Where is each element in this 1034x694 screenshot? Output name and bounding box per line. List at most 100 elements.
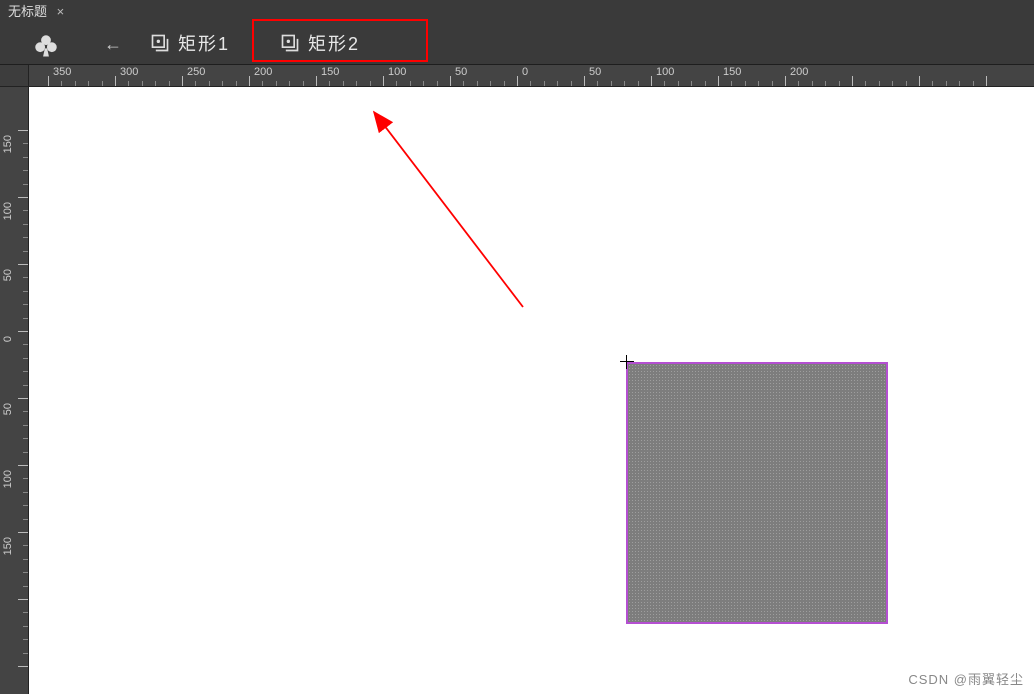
ruler-tick-minor (195, 81, 196, 86)
ruler-tick-minor (289, 81, 290, 86)
document-tab[interactable]: 无标题 × (0, 0, 72, 21)
ruler-tick-minor (23, 224, 28, 225)
ruler-label: 200 (254, 66, 272, 78)
ruler-tick-major (383, 76, 384, 86)
ruler-label: 200 (790, 66, 808, 78)
breadcrumb-item-rect2[interactable]: 矩形2 (280, 28, 360, 58)
horizontal-ruler[interactable]: 35030025020015010050050100150200 (29, 65, 1034, 87)
ruler-tick-minor (477, 81, 478, 86)
ruler-tick-major (18, 666, 28, 667)
ruler-label: 0 (522, 66, 528, 78)
ruler-label: 100 (388, 66, 406, 78)
ruler-tick-minor (504, 81, 505, 86)
ruler-tick-minor (276, 81, 277, 86)
ruler-tick-minor (959, 81, 960, 86)
ruler-label: 350 (53, 66, 71, 78)
layer-icon (150, 33, 170, 53)
ruler-label: 0 (2, 336, 14, 342)
ruler-tick-major (18, 331, 28, 332)
ruler-tick-minor (23, 519, 28, 520)
ruler-tick-minor (423, 81, 424, 86)
ruler-tick-minor (23, 251, 28, 252)
ruler-tick-minor (370, 81, 371, 86)
ruler-tick-major (718, 76, 719, 86)
ruler-tick-major (785, 76, 786, 86)
shape-rect-2[interactable] (626, 362, 888, 624)
ruler-tick-minor (892, 81, 893, 86)
club-icon[interactable] (32, 32, 60, 60)
ruler-tick-major (852, 76, 853, 86)
ruler-tick-minor (102, 81, 103, 86)
ruler-tick-minor (597, 81, 598, 86)
breadcrumb-label: 矩形1 (178, 30, 230, 56)
watermark-text: CSDN @雨翼轻尘 (908, 669, 1024, 688)
ruler-tick-minor (812, 81, 813, 86)
ruler-label: 50 (589, 66, 601, 78)
ruler-tick-minor (758, 81, 759, 86)
breadcrumb-item-rect1[interactable]: 矩形1 (150, 28, 230, 58)
ruler-tick-minor (75, 81, 76, 86)
ruler-tick-minor (23, 653, 28, 654)
ruler-tick-minor (222, 81, 223, 86)
tab-close-icon[interactable]: × (57, 4, 65, 19)
ruler-label: 50 (2, 269, 14, 281)
ruler-tick-major (986, 76, 987, 86)
ruler-tick-major (18, 532, 28, 533)
ruler-tick-minor (865, 81, 866, 86)
ruler-tick-major (18, 264, 28, 265)
back-arrow-icon[interactable]: ← (104, 34, 122, 55)
ruler-tick-major (316, 76, 317, 86)
ruler-tick-minor (262, 81, 263, 86)
breadcrumb-label: 矩形2 (308, 30, 360, 56)
ruler-tick-minor (23, 210, 28, 211)
ruler-tick-minor (209, 81, 210, 86)
ruler-tick-minor (23, 545, 28, 546)
ruler-tick-minor (946, 81, 947, 86)
ruler-tick-major (18, 197, 28, 198)
ruler-tick-minor (396, 81, 397, 86)
top-toolbar: 无标题 × ← 矩形1 矩形2 (0, 0, 1034, 65)
ruler-tick-minor (155, 81, 156, 86)
artboard[interactable] (29, 87, 1034, 694)
ruler-tick-minor (664, 81, 665, 86)
ruler-label: 50 (455, 66, 467, 78)
ruler-tick-minor (23, 572, 28, 573)
document-tabs: 无标题 × (0, 0, 72, 20)
ruler-tick-minor (23, 626, 28, 627)
ruler-tick-minor (638, 81, 639, 86)
ruler-tick-minor (128, 81, 129, 86)
ruler-label: 300 (120, 66, 138, 78)
ruler-tick-minor (61, 81, 62, 86)
ruler-tick-major (18, 465, 28, 466)
ruler-label: 150 (321, 66, 339, 78)
ruler-tick-minor (23, 358, 28, 359)
ruler-tick-minor (23, 318, 28, 319)
ruler-tick-minor (236, 81, 237, 86)
ruler-tick-major (182, 76, 183, 86)
ruler-label: 150 (2, 537, 14, 555)
ruler-tick-minor (973, 81, 974, 86)
ruler-tick-minor (23, 143, 28, 144)
app-root: 无标题 × ← 矩形1 矩形2 (0, 0, 1034, 694)
ruler-tick-minor (23, 452, 28, 453)
ruler-tick-minor (169, 81, 170, 86)
ruler-tick-minor (490, 81, 491, 86)
canvas-area[interactable] (29, 87, 1034, 694)
ruler-origin-corner[interactable] (0, 65, 29, 87)
ruler-label: 100 (2, 202, 14, 220)
ruler-tick-minor (23, 157, 28, 158)
ruler-tick-minor (23, 478, 28, 479)
ruler-tick-minor (731, 81, 732, 86)
ruler-tick-minor (23, 371, 28, 372)
vertical-ruler[interactable]: 15010050050100150 (0, 87, 29, 694)
ruler-tick-major (249, 76, 250, 86)
ruler-tick-minor (772, 81, 773, 86)
ruler-label: 150 (2, 135, 14, 153)
ruler-tick-minor (23, 304, 28, 305)
ruler-tick-minor (611, 81, 612, 86)
ruler-label: 250 (187, 66, 205, 78)
ruler-tick-major (919, 76, 920, 86)
ruler-tick-minor (23, 385, 28, 386)
ruler-tick-major (584, 76, 585, 86)
ruler-tick-minor (932, 81, 933, 86)
